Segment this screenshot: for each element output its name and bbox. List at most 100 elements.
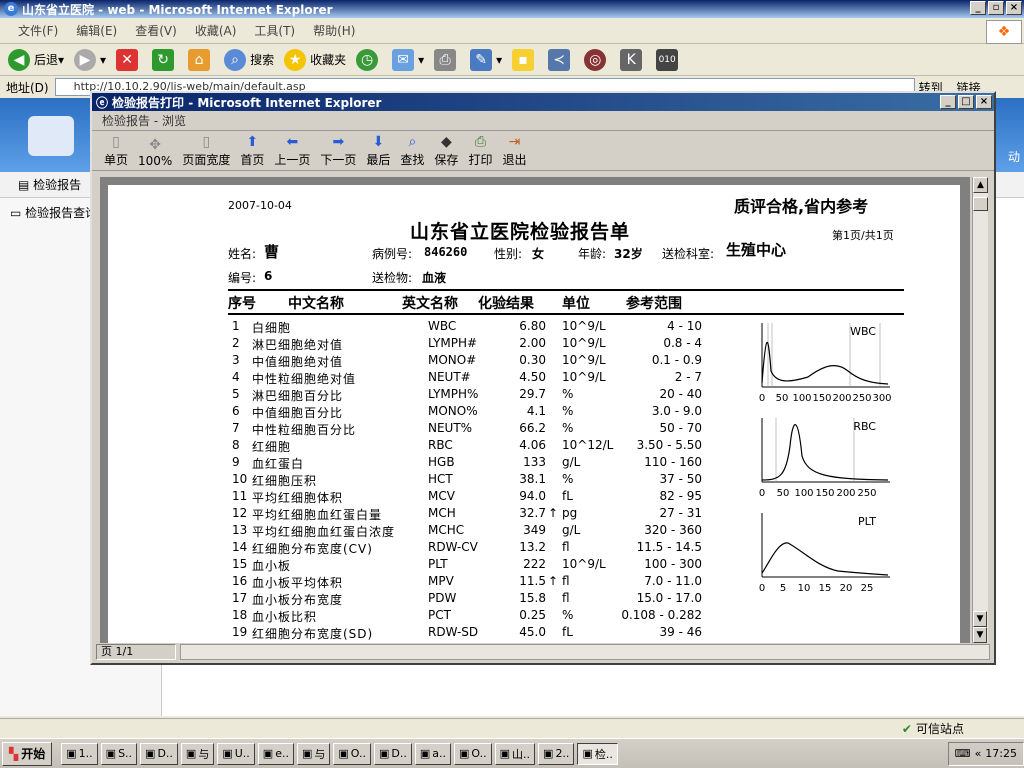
forward-button[interactable]: ▶ ▾ bbox=[74, 48, 106, 71]
row-result: 38.1 bbox=[519, 472, 546, 486]
mail-button[interactable]: ✉ ▾ bbox=[392, 48, 424, 71]
stop-button[interactable]: ✕ bbox=[116, 48, 142, 71]
first-page-button[interactable]: ⬆ 首页 bbox=[240, 133, 264, 168]
taskbar-task[interactable]: ▣ a.. bbox=[414, 742, 451, 765]
close-button[interactable]: × bbox=[1006, 1, 1022, 15]
task-label: 2.. bbox=[555, 747, 570, 760]
game-button[interactable]: ◎ bbox=[584, 48, 610, 71]
binary-button[interactable]: 010 bbox=[656, 48, 682, 71]
taskbar-task[interactable]: ▣ 山.. bbox=[494, 742, 536, 765]
task-app-icon: ▣ bbox=[338, 747, 349, 760]
histogram-label: RBC bbox=[853, 420, 876, 433]
row-unit: % bbox=[562, 421, 574, 435]
menu-view[interactable]: 查看(V) bbox=[135, 22, 177, 39]
taskbar-task[interactable]: ▣ 与 bbox=[296, 742, 331, 765]
row-cn-name: 淋巴细胞百分比 bbox=[252, 389, 344, 403]
ie-small-icon: ⓔ bbox=[96, 95, 109, 110]
scroll-down-icon[interactable]: ▼ bbox=[973, 611, 987, 627]
history-button[interactable]: ◷ bbox=[356, 48, 382, 71]
row-unit: g/L bbox=[562, 455, 581, 469]
minimize-button[interactable]: _ bbox=[970, 1, 986, 15]
scroll-top-icon[interactable]: ▲ bbox=[973, 177, 988, 193]
keyboard-icon[interactable]: ⌨ bbox=[955, 747, 971, 760]
print-button[interactable]: ⎙ bbox=[434, 48, 460, 71]
edit-button[interactable]: ✎ ▾ bbox=[470, 48, 502, 71]
side-report-query[interactable]: 检验报告查询 bbox=[25, 206, 97, 220]
taskbar-task[interactable]: ▣ 2.. bbox=[538, 742, 575, 765]
row-cn-name: 平均红细胞血红蛋白浓度 bbox=[252, 525, 396, 539]
taskbar-task[interactable]: ▣ D.. bbox=[140, 742, 178, 765]
histogram-tick-label: 100 bbox=[794, 488, 813, 499]
find-button[interactable]: ⌕ 查找 bbox=[400, 133, 424, 168]
report-date: 2007-10-04 bbox=[228, 199, 292, 212]
scroll-bottom-icon[interactable]: ▼ bbox=[973, 627, 987, 643]
search-button[interactable]: ⌕ 搜索 bbox=[224, 48, 274, 71]
stop-icon: ✕ bbox=[116, 48, 139, 71]
notes-button[interactable]: ▪ bbox=[512, 48, 538, 71]
taskbar-task[interactable]: ▣ e.. bbox=[257, 742, 294, 765]
arrow-down-icon: ⬇ bbox=[372, 134, 385, 150]
menu-help[interactable]: 帮助(H) bbox=[313, 22, 355, 39]
taskbar-task[interactable]: ▣ 与 bbox=[180, 742, 215, 765]
row-en-name: PLT bbox=[428, 557, 448, 571]
exit-button[interactable]: ⇥ 退出 bbox=[502, 133, 526, 168]
dialog-maximize-button[interactable]: □ bbox=[958, 95, 974, 109]
row-result: 0.30 bbox=[519, 353, 546, 367]
report-viewport[interactable]: 2007-10-04 质评合格,省内参考 山东省立医院检验报告单 第1页/共1页… bbox=[100, 177, 970, 643]
menu-file[interactable]: 文件(F) bbox=[18, 22, 58, 39]
row-index: 18 bbox=[232, 608, 248, 622]
task-label: U.. bbox=[234, 747, 250, 760]
restore-button[interactable]: ▫ bbox=[988, 1, 1004, 15]
nav-report[interactable]: 检验报告 bbox=[33, 178, 81, 192]
single-page-button[interactable]: ▯ 单页 bbox=[104, 133, 128, 168]
taskbar-task[interactable]: ▣ 检.. bbox=[577, 742, 618, 765]
row-cn-name: 白细胞 bbox=[252, 321, 292, 335]
horizontal-scrollbar[interactable] bbox=[180, 644, 990, 660]
taskbar-task[interactable]: ▣ S.. bbox=[100, 742, 138, 765]
row-unit: 10^9/L bbox=[562, 370, 606, 384]
scroll-thumb[interactable] bbox=[973, 197, 988, 211]
menu-tools[interactable]: 工具(T) bbox=[254, 22, 295, 39]
zoom-100-button[interactable]: ✥ 100% bbox=[138, 136, 172, 168]
row-unit: g/L bbox=[562, 523, 581, 537]
row-en-name: HGB bbox=[428, 455, 455, 469]
histogram-label: WBC bbox=[850, 325, 876, 338]
messenger-button[interactable]: ≺ bbox=[548, 48, 574, 71]
quality-note: 质评合格,省内参考 bbox=[734, 197, 869, 216]
row-en-name: RDW-SD bbox=[428, 625, 479, 639]
prev-page-button[interactable]: ⬅ 上一页 bbox=[274, 133, 310, 168]
dialog-minimize-button[interactable]: _ bbox=[940, 95, 956, 109]
print-report-button[interactable]: ⎙ 打印 bbox=[468, 133, 492, 168]
row-index: 1 bbox=[232, 319, 240, 333]
row-en-name: LYMPH% bbox=[428, 387, 479, 401]
row-result: 349 bbox=[523, 523, 546, 537]
result-row: 17 血小板分布宽度 PDW 15.8 fl 15.0 - 17.0 bbox=[232, 591, 712, 608]
taskbar-task[interactable]: ▣ 1.. bbox=[61, 742, 98, 765]
k-button[interactable]: K bbox=[620, 48, 646, 71]
taskbar-task[interactable]: ▣ D.. bbox=[373, 742, 412, 765]
vertical-scrollbar[interactable]: ▲ ▼ ▼ bbox=[972, 177, 988, 643]
page-width-button[interactable]: ▯ 页面宽度 bbox=[182, 133, 230, 168]
last-page-button[interactable]: ⬇ 最后 bbox=[366, 133, 390, 168]
row-en-name: MPV bbox=[428, 574, 454, 588]
taskbar-task[interactable]: ▣ O.. bbox=[333, 742, 371, 765]
result-row: 5 淋巴细胞百分比 LYMPH% 29.7% 20 - 40 bbox=[232, 387, 712, 404]
save-button[interactable]: ◆ 保存 bbox=[434, 133, 458, 168]
menu-bar: 文件(F) 编辑(E) 查看(V) 收藏(A) 工具(T) 帮助(H) bbox=[0, 18, 1024, 44]
tray-arrow-icon[interactable]: « bbox=[975, 747, 982, 760]
next-page-button[interactable]: ➡ 下一页 bbox=[320, 133, 356, 168]
home-button[interactable]: ⌂ bbox=[188, 48, 214, 71]
row-result: 0.25 bbox=[519, 608, 546, 622]
dialog-close-button[interactable]: × bbox=[976, 95, 992, 109]
col-unit: 单位 bbox=[562, 296, 590, 312]
back-button[interactable]: ◀ 后退 ▾ bbox=[8, 48, 64, 71]
refresh-button[interactable]: ↻ bbox=[152, 48, 178, 71]
histogram-tick-label: 300 bbox=[872, 393, 891, 404]
start-button[interactable]: ▚ 开始 bbox=[2, 741, 53, 766]
row-index: 16 bbox=[232, 574, 248, 588]
taskbar-task[interactable]: ▣ U.. bbox=[217, 742, 255, 765]
taskbar-task[interactable]: ▣ O.. bbox=[454, 742, 492, 765]
menu-edit[interactable]: 编辑(E) bbox=[76, 22, 117, 39]
favorites-button[interactable]: ★ 收藏夹 bbox=[284, 48, 346, 71]
menu-favorites[interactable]: 收藏(A) bbox=[195, 22, 237, 39]
